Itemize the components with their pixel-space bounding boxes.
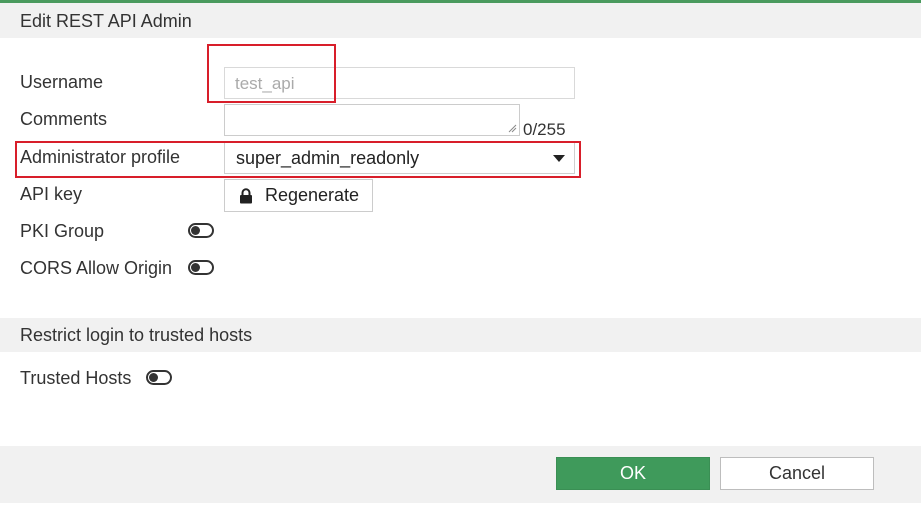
admin-profile-select[interactable]: super_admin_readonly — [224, 142, 575, 174]
dialog-footer: OK Cancel — [0, 446, 921, 503]
admin-profile-label: Administrator profile — [20, 147, 181, 167]
comments-label: Comments — [20, 109, 108, 129]
lock-icon — [240, 188, 252, 204]
pki-group-toggle[interactable] — [188, 223, 214, 238]
dialog-header: Edit REST API Admin — [0, 3, 921, 38]
pki-group-label: PKI Group — [20, 221, 105, 241]
api-key-label: API key — [20, 184, 83, 204]
dialog-title: Edit REST API Admin — [20, 11, 192, 31]
cors-toggle[interactable] — [188, 260, 214, 275]
username-value: test_api — [235, 74, 295, 93]
toggle-knob — [149, 373, 158, 382]
comments-char-counter: 0/255 — [523, 120, 566, 139]
trusted-hosts-toggle[interactable] — [146, 370, 172, 385]
restrict-section-header: Restrict login to trusted hosts — [0, 318, 921, 352]
restrict-section-title: Restrict login to trusted hosts — [20, 325, 253, 345]
username-label: Username — [20, 72, 104, 92]
username-field[interactable]: test_api — [224, 67, 575, 99]
resize-handle-icon[interactable] — [508, 124, 517, 133]
trusted-hosts-label: Trusted Hosts — [20, 368, 132, 388]
comments-textarea[interactable] — [224, 104, 520, 136]
toggle-knob — [191, 263, 200, 272]
cors-label: CORS Allow Origin — [20, 258, 173, 278]
regenerate-label: Regenerate — [265, 185, 360, 205]
cancel-button[interactable]: Cancel — [720, 457, 874, 490]
caret-down-icon — [553, 155, 565, 162]
toggle-knob — [191, 226, 200, 235]
regenerate-button[interactable]: Regenerate — [224, 179, 373, 212]
admin-profile-selected-value: super_admin_readonly — [236, 148, 420, 168]
ok-button[interactable]: OK — [556, 457, 710, 490]
